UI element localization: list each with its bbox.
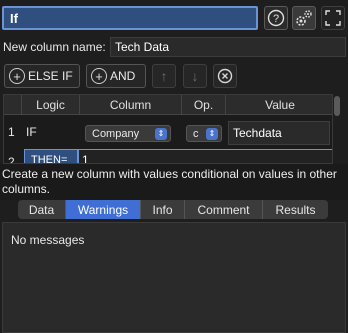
expand-icon	[325, 10, 341, 26]
node-description: Create a new column with values conditio…	[0, 164, 348, 200]
plus-circle-icon: +	[91, 68, 107, 84]
and-button[interactable]: + AND	[86, 64, 146, 88]
help-button[interactable]: ?	[264, 6, 288, 30]
plus-circle-icon: +	[9, 68, 25, 84]
rule-name-input[interactable]: If	[2, 6, 258, 30]
expand-button[interactable]	[321, 6, 345, 30]
rule-name-value: If	[10, 11, 18, 26]
row-number: 1	[8, 125, 15, 139]
arrow-up-icon: ↑	[160, 68, 168, 84]
move-up-button[interactable]: ↑	[152, 64, 176, 88]
remove-button[interactable]	[213, 64, 237, 88]
gears-icon	[296, 10, 312, 26]
column-header: Column	[80, 95, 182, 115]
row-number: 2	[8, 155, 15, 164]
then-cell[interactable]: THEN=	[24, 149, 78, 163]
value-header: Value	[226, 95, 332, 115]
tab-results[interactable]: Results	[263, 200, 328, 219]
settings-button[interactable]	[292, 6, 316, 30]
table-scrollbar[interactable]	[334, 96, 340, 116]
operator-select-value: c	[193, 127, 199, 140]
chevron-updown-icon: ⇕	[155, 127, 167, 140]
then-value-input[interactable]: 1	[78, 149, 332, 163]
help-icon: ?	[267, 9, 285, 27]
op-header: Op.	[182, 95, 226, 115]
else-if-button[interactable]: + ELSE IF	[4, 64, 80, 88]
chevron-updown-icon: ⇕	[206, 127, 218, 140]
row-number-header	[4, 95, 22, 115]
new-column-name-label: New column name:	[3, 40, 106, 54]
new-column-name-value: Tech Data	[115, 40, 170, 54]
tab-info[interactable]: Info	[141, 200, 185, 219]
logic-cell: IF	[26, 125, 37, 139]
value-input[interactable]: Techdata	[228, 121, 330, 145]
conditions-table: Logic Column Op. Value 1 IF Company ⇕ c …	[3, 94, 333, 164]
warnings-panel: No messages	[2, 222, 346, 333]
svg-text:?: ?	[273, 13, 279, 25]
warnings-message: No messages	[11, 233, 85, 247]
else-if-label: ELSE IF	[28, 69, 73, 83]
column-select[interactable]: Company ⇕	[85, 125, 171, 142]
logic-header: Logic	[22, 95, 80, 115]
close-circle-icon	[217, 68, 233, 84]
new-column-name-input[interactable]: Tech Data	[110, 37, 346, 57]
column-select-value: Company	[92, 127, 140, 140]
and-label: AND	[110, 69, 136, 83]
value-input-text: Techdata	[233, 126, 282, 140]
move-down-button[interactable]: ↓	[183, 64, 207, 88]
tab-data[interactable]: Data	[18, 200, 66, 219]
operator-select[interactable]: c ⇕	[186, 125, 222, 142]
tab-warnings[interactable]: Warnings	[66, 200, 141, 219]
tab-comment[interactable]: Comment	[185, 200, 263, 219]
arrow-down-icon: ↓	[191, 68, 199, 84]
info-tabs: Data Warnings Info Comment Results	[18, 200, 328, 219]
